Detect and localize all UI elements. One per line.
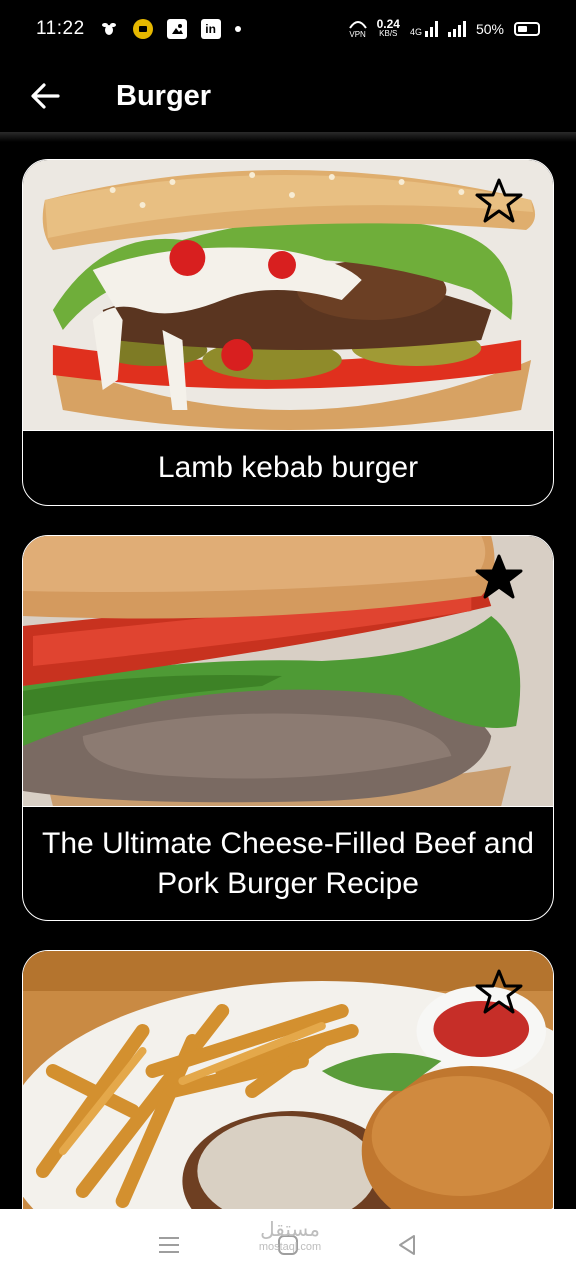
recipe-image: [23, 951, 553, 1250]
status-right: VPN 0.24 KB/S 4G 50%: [348, 17, 540, 39]
back-triangle-icon: [398, 1234, 415, 1255]
mobile-signal-1: 4G: [410, 21, 438, 37]
vpn-label: VPN: [349, 30, 366, 39]
record-icon: [132, 19, 153, 39]
network-speed-value: 0.24: [376, 17, 400, 31]
favorite-star-filled-icon[interactable]: [473, 552, 525, 604]
signal-bars-icon: [447, 21, 466, 37]
recipe-card[interactable]: Lamb kebab burger: [22, 159, 554, 506]
recent-apps-button[interactable]: [149, 1225, 189, 1265]
status-time: 11:22: [36, 18, 85, 39]
recipe-title-area: The Ultimate Cheese-Filled Beef and Pork…: [23, 806, 553, 920]
arrow-left-icon: [31, 83, 60, 109]
recipe-card[interactable]: [22, 950, 554, 1250]
image-icon: [166, 19, 187, 39]
system-navigation-bar: [0, 1209, 576, 1280]
linkedin-icon: in: [200, 19, 221, 39]
status-bar: 11:22 in VPN 0.24 KB/S 4G 50%: [0, 0, 576, 58]
vpn-icon: VPN: [348, 19, 367, 39]
recipe-title: Lamb kebab burger: [157, 451, 419, 484]
page-title: Burger: [116, 79, 212, 112]
system-back-button[interactable]: [387, 1225, 427, 1265]
network-speed: 0.24 KB/S: [376, 17, 400, 39]
signal-bars-icon: [424, 21, 438, 37]
menu-icon: [159, 1236, 180, 1253]
bee-icon: [99, 19, 119, 39]
favorite-star-outline-icon[interactable]: [473, 176, 525, 228]
back-button[interactable]: [13, 64, 77, 128]
recipe-title-area: Lamb kebab burger: [23, 430, 553, 505]
network-speed-unit: KB/S: [379, 29, 398, 38]
recipe-image: [23, 536, 553, 806]
favorite-star-outline-icon[interactable]: [473, 967, 525, 1019]
app-bar-divider: [0, 132, 576, 142]
app-bar: Burger: [0, 58, 576, 134]
recipe-image: [23, 160, 553, 430]
more-notifications-dot: [234, 26, 241, 32]
battery-percent: 50%: [475, 21, 504, 37]
network-type: 4G: [409, 27, 422, 37]
battery-icon: [514, 22, 540, 36]
home-button[interactable]: [268, 1225, 308, 1265]
status-left: 11:22 in: [36, 18, 241, 40]
recipe-card[interactable]: The Ultimate Cheese-Filled Beef and Pork…: [22, 535, 554, 921]
recipe-title: The Ultimate Cheese-Filled Beef and Pork…: [42, 826, 534, 900]
home-icon: [277, 1234, 298, 1255]
